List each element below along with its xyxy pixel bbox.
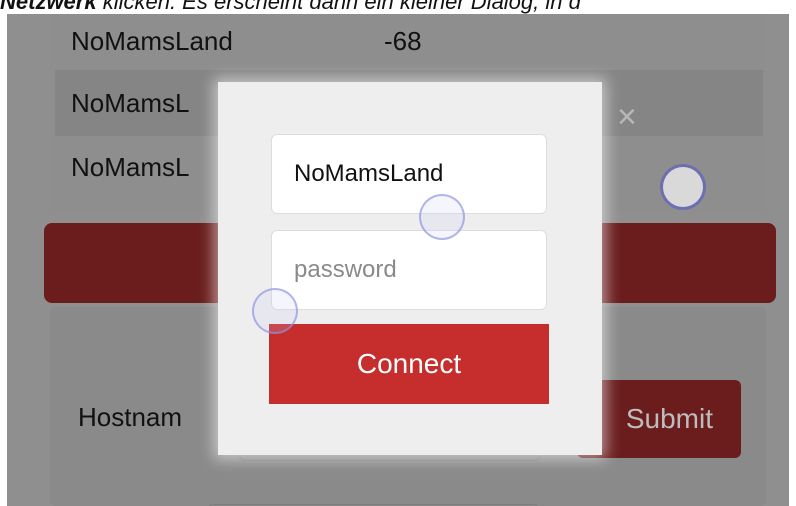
caption-bold: Netzwerk [0, 0, 97, 14]
network-signal: -68 [384, 25, 422, 56]
close-icon[interactable]: × [617, 100, 637, 134]
connect-dialog: Connect [218, 82, 602, 455]
password-field[interactable] [271, 230, 547, 310]
caption-rest: klicken. Es erscheint dann ein kleiner D… [96, 0, 581, 14]
hostname-label: Hostnam [78, 402, 183, 432]
touch-indicator [419, 194, 465, 240]
touch-indicator [252, 288, 298, 334]
network-ssid: NoMamsL [71, 87, 190, 118]
network-list-item[interactable]: NoMamsLand -68 [55, 14, 763, 68]
ssid-field[interactable] [271, 134, 547, 214]
toggle-switch-knob[interactable] [663, 167, 703, 207]
caption-strip: Netzwerk klicken. Es erscheint dann ein … [0, 0, 796, 14]
app-screen: NoMamsLand -68 NoMamsL NoMamsL × Hostnam… [7, 14, 789, 506]
network-ssid: NoMamsL [71, 151, 190, 182]
network-ssid: NoMamsLand [71, 25, 233, 56]
connect-button[interactable]: Connect [269, 324, 549, 404]
caption-text: Netzwerk klicken. Es erscheint dann ein … [0, 0, 581, 14]
